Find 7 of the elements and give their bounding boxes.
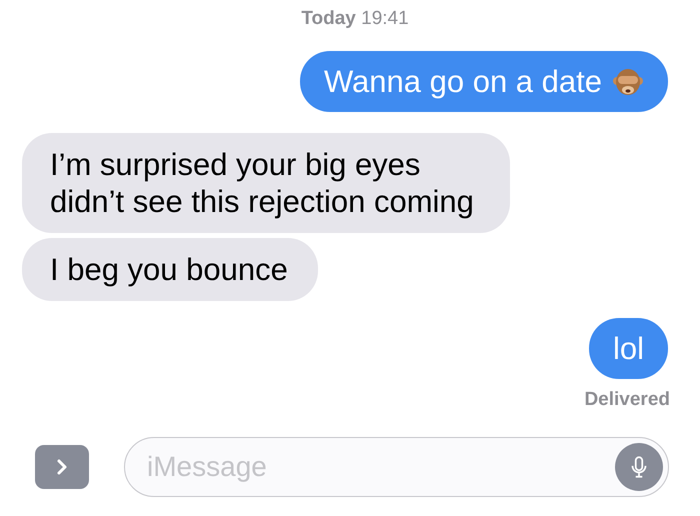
delivery-status: Delivered bbox=[584, 389, 670, 411]
expand-button[interactable] bbox=[35, 445, 89, 489]
message-bubble: lol bbox=[588, 318, 668, 379]
message-bubble: Wanna go on a date bbox=[300, 51, 668, 112]
timestamp: Today 19:41 bbox=[301, 8, 409, 30]
message-bubble: I beg you bounce bbox=[22, 238, 318, 301]
message-bubble: I’m surprised your big eyes didn’t see this rejection coming bbox=[22, 133, 510, 233]
